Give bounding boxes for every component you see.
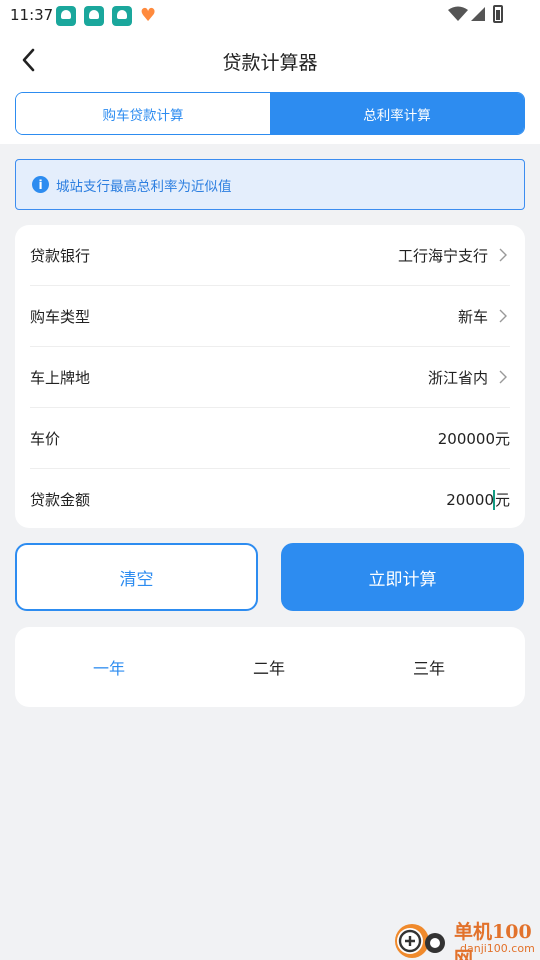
watermark: 单机100网 danji100.com bbox=[390, 915, 540, 960]
page-title: 贷款计算器 bbox=[222, 52, 318, 74]
info-notice: i 城站支行最高总利率为近似值 bbox=[15, 159, 525, 210]
tab-bar: 购车贷款计算 总利率计算 bbox=[15, 92, 525, 135]
chevron-right-icon bbox=[499, 248, 507, 262]
term-selector: 一年 二年 三年 bbox=[15, 627, 525, 707]
watermark-url: danji100.com bbox=[460, 942, 535, 955]
heart-icon: ♥ bbox=[140, 5, 157, 26]
status-time: 11:37 bbox=[10, 6, 54, 24]
term-option-3-year[interactable]: 三年 bbox=[413, 655, 445, 679]
row-value: 工行海宁支行 bbox=[397, 246, 488, 265]
term-option-2-year[interactable]: 二年 bbox=[253, 655, 285, 679]
app-notification-icon bbox=[56, 6, 76, 26]
notice-text: 城站支行最高总利率为近似值 bbox=[56, 178, 232, 195]
row-value: 浙江省内 bbox=[427, 368, 488, 387]
status-bar: 11:37 ♥ bbox=[0, 0, 540, 32]
info-icon: i bbox=[32, 176, 49, 193]
app-notification-icon bbox=[112, 6, 132, 26]
row-car-price: 车价 200000元 bbox=[30, 408, 510, 469]
loan-amount-field[interactable]: 20000 元 bbox=[446, 489, 510, 510]
loan-amount-unit: 元 bbox=[494, 491, 510, 509]
tab-car-loan[interactable]: 购车贷款计算 bbox=[16, 93, 270, 134]
loan-bank-select[interactable]: 工行海宁支行 bbox=[398, 245, 510, 266]
calculate-button[interactable]: 立即计算 bbox=[281, 543, 524, 611]
app-notification-icon bbox=[84, 6, 104, 26]
row-value: 新车 bbox=[457, 307, 488, 326]
plate-location-select[interactable]: 浙江省内 bbox=[428, 367, 510, 388]
row-loan-amount: 贷款金额 20000 元 bbox=[30, 469, 510, 530]
header-area: 11:37 ♥ 贷款计算器 购车贷款计算 总利率计算 bbox=[0, 0, 540, 144]
row-label: 车价 bbox=[30, 429, 61, 448]
term-option-1-year[interactable]: 一年 bbox=[93, 655, 125, 679]
watermark-logo-icon bbox=[395, 924, 445, 958]
chevron-right-icon bbox=[499, 370, 507, 384]
clear-button[interactable]: 清空 bbox=[15, 543, 258, 611]
loan-amount-value: 20000 bbox=[446, 490, 494, 509]
row-label: 车上牌地 bbox=[30, 368, 91, 387]
row-label: 贷款金额 bbox=[30, 491, 91, 509]
row-loan-bank[interactable]: 贷款银行 工行海宁支行 bbox=[30, 225, 510, 286]
row-label: 贷款银行 bbox=[30, 246, 91, 265]
row-car-type[interactable]: 购车类型 新车 bbox=[30, 286, 510, 347]
row-label: 购车类型 bbox=[30, 307, 91, 326]
signal-icon bbox=[471, 7, 485, 21]
row-plate-location[interactable]: 车上牌地 浙江省内 bbox=[30, 347, 510, 408]
loan-form-card: 贷款银行 工行海宁支行 购车类型 新车 车上牌地 浙江省内 车价 200000元… bbox=[15, 225, 525, 528]
wifi-icon bbox=[448, 6, 468, 21]
chevron-right-icon bbox=[499, 309, 507, 323]
tab-total-rate[interactable]: 总利率计算 bbox=[270, 93, 524, 134]
car-type-select[interactable]: 新车 bbox=[458, 306, 510, 327]
battery-icon bbox=[493, 5, 503, 23]
car-price-field[interactable]: 200000元 bbox=[438, 428, 510, 449]
